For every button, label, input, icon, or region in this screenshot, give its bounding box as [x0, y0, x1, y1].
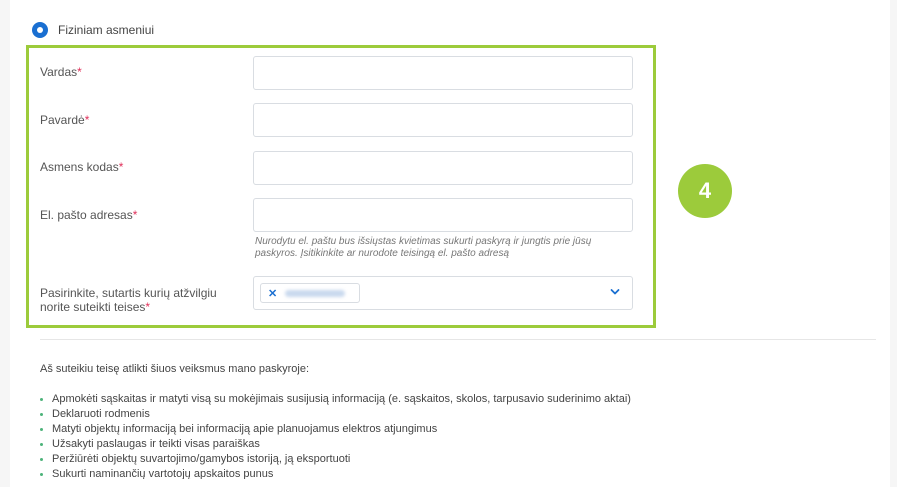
email-hint: Nurodytu el. paštu bus išsiųstas kvietim… — [255, 236, 592, 259]
bullet-icon — [40, 428, 43, 431]
email-label: El. pašto adresas* — [40, 208, 137, 222]
list-item-text: Sukurti naminančių vartotojų apskaitos p… — [52, 468, 274, 479]
required-mark: * — [118, 160, 124, 174]
personal-code-label-text: Asmens kodas — [40, 160, 119, 174]
list-item-text: Deklaruoti rodmenis — [52, 408, 150, 420]
contracts-label: Pasirinkite, sutartis kurių atžvilgiu no… — [40, 286, 240, 314]
required-mark: * — [84, 113, 90, 127]
list-item: Matyti objektų informaciją bei informaci… — [40, 422, 631, 437]
bullet-icon — [40, 413, 43, 416]
bullet-icon — [40, 398, 43, 401]
list-item-text: Užsakyti paslaugas ir teikti visas parai… — [52, 438, 260, 450]
last-name-label: Pavardė* — [40, 113, 89, 127]
bullet-icon — [40, 443, 43, 446]
selected-contract-chip: ✕ — [260, 283, 360, 303]
person-type-option[interactable]: Fiziniam asmeniui — [32, 21, 154, 39]
email-field[interactable] — [253, 198, 633, 232]
close-icon[interactable]: ✕ — [268, 287, 277, 300]
list-item: Užsakyti paslaugas ir teikti visas parai… — [40, 437, 631, 452]
first-name-label: Vardas* — [40, 65, 82, 79]
contracts-label-text: Pasirinkite, sutartis kurių atžvilgiu no… — [40, 286, 217, 314]
required-mark: * — [132, 208, 138, 222]
list-item-text: Peržiūrėti objektų suvartojimo/gamybos i… — [52, 453, 351, 465]
permissions-intro: Aš suteikiu teisę atlikti šiuos veiksmus… — [40, 363, 309, 375]
first-name-field[interactable] — [253, 56, 633, 90]
bullet-icon — [40, 473, 43, 476]
list-item: Peržiūrėti objektų suvartojimo/gamybos i… — [40, 452, 631, 467]
personal-code-field[interactable] — [253, 151, 633, 185]
redacted-contract-text — [285, 289, 346, 297]
email-label-text: El. pašto adresas — [40, 208, 133, 222]
last-name-label-text: Pavardė — [40, 113, 85, 127]
personal-code-label: Asmens kodas* — [40, 160, 123, 174]
radio-selected-icon[interactable] — [32, 22, 48, 38]
contracts-select[interactable]: ✕ — [253, 276, 633, 310]
permissions-list: Apmokėti sąskaitas ir matyti visą su mok… — [40, 392, 631, 479]
step-badge: 4 — [678, 164, 732, 218]
first-name-label-text: Vardas — [40, 65, 78, 79]
list-item: Apmokėti sąskaitas ir matyti visą su mok… — [40, 392, 631, 407]
list-item-text: Apmokėti sąskaitas ir matyti visą su mok… — [52, 393, 631, 405]
list-item: Sukurti naminančių vartotojų apskaitos p… — [40, 467, 631, 479]
last-name-field[interactable] — [253, 103, 633, 137]
list-item-text: Matyti objektų informaciją bei informaci… — [52, 423, 438, 435]
list-item: Deklaruoti rodmenis — [40, 407, 631, 422]
bullet-icon — [40, 458, 43, 461]
divider — [40, 339, 876, 340]
required-mark: * — [77, 65, 82, 79]
person-type-label: Fiziniam asmeniui — [58, 23, 155, 37]
required-mark: * — [145, 300, 151, 314]
chevron-down-icon[interactable] — [610, 287, 620, 297]
